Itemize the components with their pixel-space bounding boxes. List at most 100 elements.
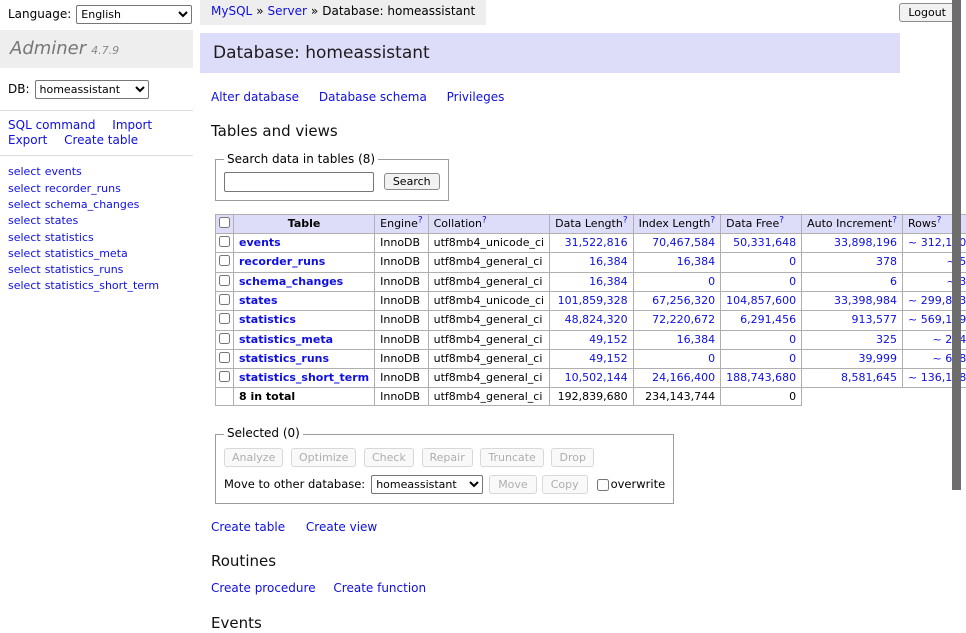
sidebar-table-link[interactable]: statistics xyxy=(45,231,94,244)
data-free-link[interactable]: 0 xyxy=(789,352,796,365)
index-length-link[interactable]: 70,467,584 xyxy=(652,236,715,249)
data-length-link[interactable]: 16,384 xyxy=(589,275,628,288)
breadcrumb-link-server[interactable]: Server xyxy=(268,4,307,18)
action-button[interactable]: Truncate xyxy=(480,448,543,467)
data-length-link[interactable]: 16,384 xyxy=(589,255,628,268)
table-name-link[interactable]: statistics xyxy=(239,313,296,326)
table-name-link[interactable]: statistics_meta xyxy=(239,333,333,346)
search-button[interactable]: Search xyxy=(384,173,440,190)
move-button[interactable]: Move xyxy=(489,475,537,494)
scrollbar-thumb[interactable] xyxy=(952,0,961,490)
column-help-link[interactable]: ? xyxy=(892,215,897,225)
data-free-link[interactable]: 104,857,600 xyxy=(726,294,796,307)
column-help-link[interactable]: ? xyxy=(779,215,784,225)
sidebar-select-link[interactable]: select xyxy=(8,165,41,178)
row-checkbox[interactable] xyxy=(219,371,230,382)
action-button[interactable]: Repair xyxy=(422,448,473,467)
row-checkbox[interactable] xyxy=(219,236,230,247)
database-action-link[interactable]: Alter database xyxy=(211,90,299,104)
table-name-link[interactable]: schema_changes xyxy=(239,275,343,288)
sidebar-table-link[interactable]: statistics_meta xyxy=(45,247,128,260)
sidebar-link[interactable]: Import xyxy=(112,118,152,132)
breadcrumb-link-server-type[interactable]: MySQL xyxy=(211,4,252,18)
index-length-link[interactable]: 72,220,672 xyxy=(652,313,715,326)
sidebar-select-link[interactable]: select xyxy=(8,247,41,260)
table-name-link[interactable]: statistics_short_term xyxy=(239,371,369,384)
data-length-link[interactable]: 10,502,144 xyxy=(565,371,628,384)
routine-link[interactable]: Create procedure xyxy=(211,581,316,595)
index-length-link[interactable]: 16,384 xyxy=(677,333,716,346)
auto-increment-link[interactable]: 913,577 xyxy=(852,313,898,326)
data-length-link[interactable]: 31,522,816 xyxy=(565,236,628,249)
sidebar-table-link[interactable]: statistics_runs xyxy=(45,263,124,276)
auto-increment-link[interactable]: 33,898,196 xyxy=(834,236,897,249)
sidebar-table-link[interactable]: states xyxy=(45,214,79,227)
data-length-link[interactable]: 49,152 xyxy=(589,333,628,346)
table-name-link[interactable]: events xyxy=(239,236,281,249)
database-action-link[interactable]: Database schema xyxy=(319,90,427,104)
table-name-link[interactable]: statistics_runs xyxy=(239,352,329,365)
auto-increment-link[interactable]: 33,398,984 xyxy=(834,294,897,307)
create-link[interactable]: Create view xyxy=(306,520,377,534)
database-action-link[interactable]: Privileges xyxy=(447,90,505,104)
table-name-link[interactable]: states xyxy=(239,294,278,307)
row-checkbox[interactable] xyxy=(219,333,230,344)
row-checkbox[interactable] xyxy=(219,313,230,324)
copy-button[interactable]: Copy xyxy=(542,475,588,494)
db-select[interactable]: homeassistant xyxy=(35,80,149,99)
auto-increment-link[interactable]: 378 xyxy=(876,255,897,268)
auto-increment-link[interactable]: 39,999 xyxy=(859,352,898,365)
language-select[interactable]: English xyxy=(76,5,192,24)
sidebar-table-link[interactable]: statistics_short_term xyxy=(45,279,159,292)
row-checkbox[interactable] xyxy=(219,294,230,305)
sidebar-select-link[interactable]: select xyxy=(8,182,41,195)
data-length-link[interactable]: 101,859,328 xyxy=(558,294,628,307)
sidebar-table-link[interactable]: events xyxy=(45,165,82,178)
column-help-link[interactable]: ? xyxy=(418,215,423,225)
data-free-link[interactable]: 50,331,648 xyxy=(733,236,796,249)
row-checkbox[interactable] xyxy=(219,275,230,286)
data-free-link[interactable]: 0 xyxy=(789,333,796,346)
column-help-link[interactable]: ? xyxy=(482,215,487,225)
row-checkbox[interactable] xyxy=(219,352,230,363)
sidebar-select-link[interactable]: select xyxy=(8,231,41,244)
column-help-link[interactable]: ? xyxy=(937,215,942,225)
sidebar-link[interactable]: SQL command xyxy=(8,118,95,132)
sidebar-select-link[interactable]: select xyxy=(8,198,41,211)
action-button[interactable]: Optimize xyxy=(291,448,356,467)
select-all-checkbox[interactable] xyxy=(219,217,230,228)
index-length-link[interactable]: 16,384 xyxy=(677,255,716,268)
auto-increment-link[interactable]: 6 xyxy=(890,275,897,288)
data-free-link[interactable]: 0 xyxy=(789,255,796,268)
index-length-link[interactable]: 24,166,400 xyxy=(652,371,715,384)
data-length-link[interactable]: 49,152 xyxy=(589,352,628,365)
column-help-link[interactable]: ? xyxy=(623,215,628,225)
auto-increment-link[interactable]: 325 xyxy=(876,333,897,346)
index-length-link[interactable]: 0 xyxy=(708,275,715,288)
auto-increment-link[interactable]: 8,581,645 xyxy=(841,371,897,384)
sidebar-select-link[interactable]: select xyxy=(8,214,41,227)
move-database-select[interactable]: homeassistant xyxy=(371,475,483,494)
index-length-link[interactable]: 0 xyxy=(708,352,715,365)
data-free-link[interactable]: 0 xyxy=(789,275,796,288)
search-input[interactable] xyxy=(224,172,374,192)
create-link[interactable]: Create table xyxy=(211,520,285,534)
sidebar-select-link[interactable]: select xyxy=(8,263,41,276)
sidebar-table-link[interactable]: schema_changes xyxy=(45,198,140,211)
data-free-link[interactable]: 188,743,680 xyxy=(726,371,796,384)
row-checkbox[interactable] xyxy=(219,255,230,266)
sidebar-select-link[interactable]: select xyxy=(8,279,41,292)
data-length-link[interactable]: 48,824,320 xyxy=(565,313,628,326)
table-name-link[interactable]: recorder_runs xyxy=(239,255,325,268)
sidebar-link[interactable]: Export xyxy=(8,133,47,147)
action-button[interactable]: Analyze xyxy=(224,448,283,467)
sidebar-table-link[interactable]: recorder_runs xyxy=(45,182,121,195)
column-help-link[interactable]: ? xyxy=(710,215,715,225)
index-length-link[interactable]: 67,256,320 xyxy=(652,294,715,307)
action-button[interactable]: Drop xyxy=(551,448,593,467)
data-free-link[interactable]: 6,291,456 xyxy=(740,313,796,326)
sidebar-link[interactable]: Create table xyxy=(64,133,138,147)
action-button[interactable]: Check xyxy=(364,448,414,467)
overwrite-checkbox[interactable] xyxy=(597,479,609,491)
logout-button[interactable]: Logout xyxy=(899,3,955,22)
